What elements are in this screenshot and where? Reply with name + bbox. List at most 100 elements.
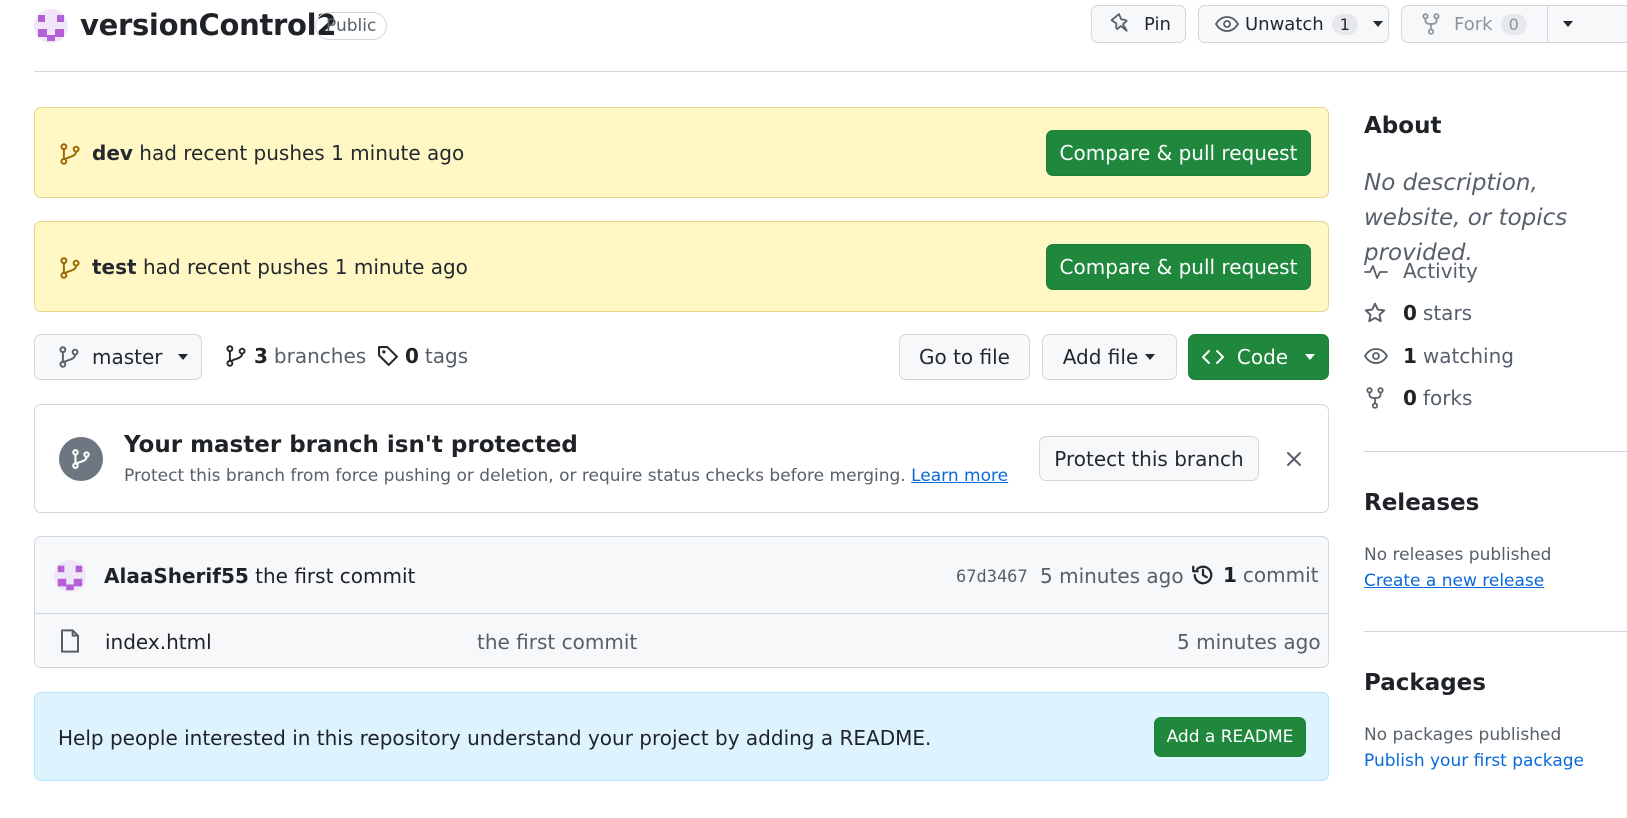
push-description: had recent pushes 1 minute ago: [139, 141, 465, 165]
branch-icon: [72, 449, 90, 469]
packages-empty-text: No packages published: [1364, 725, 1562, 745]
push-branch-name[interactable]: test: [92, 255, 137, 279]
add-file-button[interactable]: Add file: [1042, 334, 1177, 380]
commit-author[interactable]: AlaaSherif55: [104, 564, 249, 588]
tag-count: 0: [405, 344, 419, 368]
recent-push-banner-test: test had recent pushes 1 minute ago Comp…: [34, 221, 1329, 312]
branch-protection-icon: [59, 437, 103, 481]
readme-prompt: Help people interested in this repositor…: [34, 692, 1329, 781]
sidebar-divider: [1364, 451, 1627, 452]
forks-label: forks: [1422, 386, 1473, 410]
push-text: test had recent pushes 1 minute ago: [92, 255, 468, 279]
chevron-down-icon: [177, 354, 188, 360]
eye-icon: [1364, 348, 1388, 364]
fork-button[interactable]: Fork 0: [1401, 5, 1627, 43]
fork-icon: [1422, 13, 1440, 35]
about-heading: About: [1364, 113, 1442, 139]
file-row: index.html the first commit 5 minutes ag…: [35, 614, 1328, 667]
fork-icon: [1366, 387, 1384, 409]
push-text: dev had recent pushes 1 minute ago: [92, 141, 464, 165]
commit-label: commit: [1242, 563, 1319, 587]
fork-label: Fork: [1454, 13, 1493, 35]
fork-count: 0: [1500, 13, 1527, 35]
commit-message[interactable]: the first commit: [255, 564, 415, 588]
watching-label: watching: [1422, 344, 1514, 368]
protection-text: Protect this branch from force pushing o…: [124, 466, 906, 486]
branch-selector[interactable]: master: [34, 334, 202, 380]
branch-count: 3: [254, 344, 268, 368]
pin-icon: [1110, 13, 1128, 32]
forks-count: 0: [1403, 386, 1417, 410]
go-to-file-label: Go to file: [919, 345, 1010, 369]
repo-description: No description, website, or topics provi…: [1364, 170, 1568, 266]
push-description: had recent pushes 1 minute ago: [142, 255, 468, 279]
history-icon: [1192, 565, 1213, 585]
chevron-down-icon: [1305, 354, 1316, 360]
branch-icon: [60, 257, 80, 279]
commit-sha[interactable]: 67d3467: [956, 567, 1028, 587]
protect-branch-label: Protect this branch: [1054, 446, 1244, 471]
compare-pull-request-button[interactable]: Compare & pull request: [1046, 130, 1311, 176]
star-icon: [1364, 302, 1386, 323]
pulse-icon: [1364, 265, 1388, 279]
add-file-label: Add file: [1062, 345, 1139, 369]
protection-description: Protect this branch from force pushing o…: [124, 466, 1008, 486]
learn-more-link[interactable]: Learn more: [911, 466, 1008, 486]
releases-heading[interactable]: Releases: [1364, 490, 1479, 516]
branch-icon: [59, 346, 79, 368]
close-icon[interactable]: [1286, 451, 1302, 467]
unwatch-button[interactable]: Unwatch 1: [1198, 5, 1389, 43]
protection-title: Your master branch isn't protected: [124, 432, 578, 458]
stars-link[interactable]: 0 stars: [1364, 301, 1472, 325]
repo-owner-avatar[interactable]: [34, 9, 68, 43]
tag-icon: [378, 346, 398, 366]
branches-label: branches: [273, 344, 367, 368]
push-branch-name[interactable]: dev: [92, 141, 133, 165]
branch-icon: [60, 143, 80, 165]
commit-time: 5 minutes ago: [1040, 564, 1184, 588]
sidebar-divider: [1364, 631, 1627, 632]
packages-heading[interactable]: Packages: [1364, 670, 1486, 696]
commit-count: 1: [1223, 563, 1237, 587]
branches-link[interactable]: 3 branches: [226, 344, 366, 368]
unwatch-label: Unwatch: [1245, 13, 1324, 35]
activity-label: Activity: [1403, 259, 1478, 283]
pin-label: Pin: [1144, 13, 1171, 35]
file-icon: [61, 629, 79, 653]
eye-icon: [1215, 16, 1239, 32]
repo-name[interactable]: versionControl2: [80, 8, 337, 42]
file-commit-message[interactable]: the first commit: [477, 630, 637, 654]
pin-button[interactable]: Pin: [1091, 5, 1186, 43]
recent-push-banner-dev: dev had recent pushes 1 minute ago Compa…: [34, 107, 1329, 198]
commit-author-avatar[interactable]: [54, 560, 86, 592]
latest-commit-row: AlaaSherif55 the first commit 67d3467 5 …: [35, 537, 1328, 614]
current-branch: master: [92, 345, 163, 369]
commit-summary: AlaaSherif55 the first commit: [104, 564, 415, 588]
code-button[interactable]: Code: [1188, 334, 1329, 380]
compare-pull-request-button[interactable]: Compare & pull request: [1046, 244, 1311, 290]
visibility-badge: Public: [315, 12, 388, 40]
publish-package-link[interactable]: Publish your first package: [1364, 751, 1584, 771]
protect-branch-button[interactable]: Protect this branch: [1039, 436, 1259, 481]
watching-link[interactable]: 1 watching: [1364, 344, 1514, 368]
go-to-file-button[interactable]: Go to file: [899, 334, 1030, 380]
chevron-down-icon: [1372, 21, 1383, 27]
stars-count: 0: [1403, 301, 1417, 325]
readme-prompt-text: Help people interested in this repositor…: [58, 726, 932, 750]
branch-protection-notice: Your master branch isn't protected Prote…: [34, 404, 1329, 513]
file-name[interactable]: index.html: [105, 630, 212, 654]
chevron-down-icon: [1145, 354, 1156, 360]
watching-count: 1: [1403, 344, 1417, 368]
code-icon: [1201, 350, 1224, 364]
commit-history-link[interactable]: 1 commit: [1191, 563, 1319, 587]
tags-link[interactable]: 0 tags: [377, 344, 468, 368]
releases-empty-text: No releases published: [1364, 545, 1552, 565]
stars-label: stars: [1422, 301, 1473, 325]
file-commit-time: 5 minutes ago: [1177, 630, 1321, 654]
forks-link[interactable]: 0 forks: [1364, 386, 1472, 410]
watch-count: 1: [1331, 13, 1358, 35]
header-divider: [34, 71, 1627, 72]
add-readme-button[interactable]: Add a README: [1154, 717, 1306, 757]
activity-link[interactable]: Activity: [1364, 259, 1478, 283]
create-release-link[interactable]: Create a new release: [1364, 571, 1544, 591]
